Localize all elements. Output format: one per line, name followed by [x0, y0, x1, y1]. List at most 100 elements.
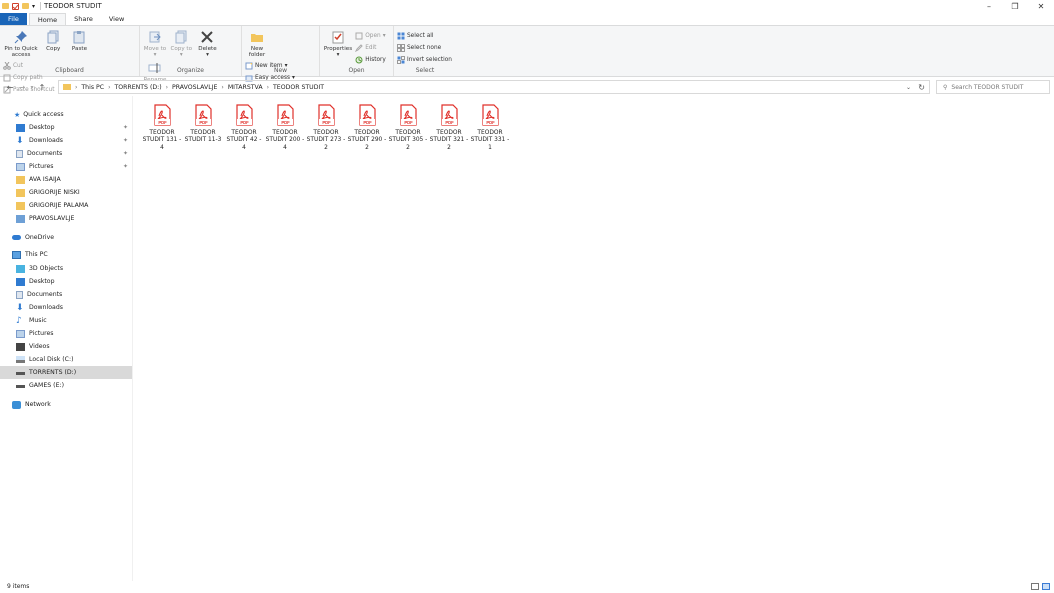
nav-music[interactable]: ♪ Music — [0, 314, 132, 327]
file-item[interactable]: PDF TEODOR STUDIT 131 - 4 — [143, 102, 181, 160]
select-all-button[interactable]: Select all — [397, 30, 452, 41]
open-small-buttons: Open ▾ Edit History — [355, 30, 386, 65]
nav-label: Desktop — [29, 278, 55, 285]
nav-onedrive[interactable]: OneDrive — [0, 231, 132, 244]
nav-this-pc[interactable]: This PC — [0, 248, 132, 261]
invert-selection-button[interactable]: Invert selection — [397, 54, 452, 65]
nav-qa-ava-isaija[interactable]: AVA ISAIJA — [0, 173, 132, 186]
nav-downloads[interactable]: ⬇ Downloads — [0, 301, 132, 314]
recent-locations-icon[interactable]: ▾ — [28, 84, 36, 91]
nav-network[interactable]: Network — [0, 398, 132, 411]
file-item[interactable]: PDF TEODOR STUDIT 331 - 1 — [471, 102, 509, 160]
breadcrumb-separator[interactable]: › — [166, 84, 168, 91]
breadcrumb-separator[interactable]: › — [221, 84, 223, 91]
file-item[interactable]: PDF TEODOR STUDIT 321 - 2 — [430, 102, 468, 160]
breadcrumb-separator[interactable]: › — [108, 84, 110, 91]
new-folder-icon[interactable] — [22, 3, 29, 9]
tab-share[interactable]: Share — [66, 13, 101, 25]
nav-qa-downloads[interactable]: ⬇ Downloads ✦ — [0, 134, 132, 147]
nav-label: Videos — [29, 343, 50, 350]
new-folder-button[interactable]: New folder — [245, 28, 269, 59]
file-item[interactable]: PDF TEODOR STUDIT 200 - 4 — [266, 102, 304, 160]
file-item[interactable]: PDF TEODOR STUDIT 305 - 2 — [389, 102, 427, 160]
nav-local-disk-c[interactable]: Local Disk (C:) — [0, 353, 132, 366]
customize-toolbar-icon[interactable]: ▾ — [32, 3, 35, 10]
forward-arrow-icon[interactable]: → — [16, 83, 28, 92]
up-arrow-icon[interactable]: ↑ — [36, 83, 48, 92]
refresh-icon[interactable]: ↻ — [918, 83, 925, 92]
file-item[interactable]: PDF TEODOR STUDIT 273 - 2 — [307, 102, 345, 160]
file-name: TEODOR STUDIT 321 - 2 — [429, 130, 469, 151]
close-button[interactable]: ✕ — [1028, 0, 1054, 12]
tab-view[interactable]: View — [101, 13, 132, 25]
select-none-button[interactable]: Select none — [397, 42, 452, 53]
breadcrumb-torrents[interactable]: TORRENTS (D:) — [114, 84, 161, 91]
file-name: TEODOR STUDIT 131 - 4 — [142, 130, 182, 151]
select-none-icon — [397, 43, 405, 52]
file-item[interactable]: PDF TEODOR STUDIT 42 - 4 — [225, 102, 263, 160]
open-group: Properties ▾ Open ▾ Edit History Open — [320, 26, 394, 76]
pin-to-quick-access-button[interactable]: Pin to Quick access — [3, 28, 39, 59]
properties-icon[interactable] — [12, 2, 19, 10]
file-name: TEODOR STUDIT 200 - 4 — [265, 130, 305, 151]
delete-button[interactable]: Delete ▾ — [195, 28, 219, 59]
pane-divider[interactable] — [132, 96, 133, 581]
history-button[interactable]: History — [355, 54, 386, 65]
file-name: TEODOR STUDIT 331 - 1 — [470, 130, 510, 151]
title-bar: ▾ TEODOR STUDIT – ❐ ✕ — [0, 0, 1054, 12]
properties-button[interactable]: Properties ▾ — [323, 28, 353, 59]
move-to-button[interactable]: Move to ▾ — [143, 28, 167, 59]
copy-button[interactable]: Copy — [41, 28, 65, 52]
tab-home[interactable]: Home — [28, 13, 67, 25]
back-arrow-icon[interactable]: ← — [4, 83, 16, 92]
paste-button[interactable]: Paste — [67, 28, 91, 52]
nav-documents[interactable]: Documents — [0, 288, 132, 301]
network-icon — [12, 400, 21, 409]
new-folder-label: New folder — [248, 46, 266, 59]
invert-selection-label: Invert selection — [407, 56, 452, 63]
nav-qa-pictures[interactable]: Pictures ✦ — [0, 160, 132, 173]
file-item[interactable]: PDF TEODOR STUDIT 290 - 2 — [348, 102, 386, 160]
search-input[interactable]: ⚲ Search TEODOR STUDIT — [936, 80, 1050, 94]
nav-pictures[interactable]: Pictures — [0, 327, 132, 340]
nav-3d-objects[interactable]: 3D Objects — [0, 262, 132, 275]
details-view-icon[interactable] — [1031, 583, 1039, 590]
nav-qa-pravoslavlje[interactable]: PRAVOSLAVLJE — [0, 212, 132, 225]
edit-button[interactable]: Edit — [355, 42, 386, 53]
nav-qa-desktop[interactable]: Desktop ✦ — [0, 121, 132, 134]
nav-videos[interactable]: Videos — [0, 340, 132, 353]
address-bar[interactable]: › This PC › TORRENTS (D:) › PRAVOSLAVLJE… — [58, 80, 930, 94]
chevron-down-icon[interactable]: ⌄ — [906, 84, 911, 91]
nav-desktop[interactable]: Desktop — [0, 275, 132, 288]
pdf-file-icon: PDF — [153, 104, 171, 126]
edit-label: Edit — [365, 44, 377, 51]
breadcrumb-separator: › — [75, 83, 78, 91]
breadcrumb-teodor-studit[interactable]: TEODOR STUDIT — [273, 84, 324, 91]
minimize-button[interactable]: – — [976, 0, 1002, 12]
breadcrumb-pravoslavlje[interactable]: PRAVOSLAVLJE — [172, 84, 217, 91]
desktop-icon — [16, 123, 25, 132]
nav-label: Documents — [27, 150, 63, 157]
nav-quick-access[interactable]: ★ Quick access — [0, 108, 132, 121]
pictures-icon — [16, 162, 25, 171]
nav-qa-grigorije-palama[interactable]: GRIGORIJE PALAMA — [0, 199, 132, 212]
breadcrumb-mitarstva[interactable]: MITARSTVA — [228, 84, 263, 91]
file-item[interactable]: PDF TEODOR STUDIT 11-3 — [184, 102, 222, 160]
open-button[interactable]: Open ▾ — [355, 30, 386, 41]
breadcrumb-separator[interactable]: › — [267, 84, 269, 91]
restore-button[interactable]: ❐ — [1002, 0, 1028, 12]
window-title: TEODOR STUDIT — [44, 2, 102, 10]
copy-to-button[interactable]: Copy to ▾ — [169, 28, 193, 59]
open-icon — [355, 32, 363, 39]
nav-games-e[interactable]: GAMES (E:) — [0, 379, 132, 392]
nav-qa-grigorije-niski[interactable]: GRIGORIJE NISKI — [0, 186, 132, 199]
large-icons-view-icon[interactable] — [1042, 583, 1050, 590]
pdf-file-icon: PDF — [235, 104, 253, 126]
nav-qa-documents[interactable]: Documents ✦ — [0, 147, 132, 160]
tab-file[interactable]: File — [0, 13, 27, 25]
breadcrumb-this-pc[interactable]: This PC — [81, 84, 104, 91]
select-all-icon — [397, 32, 405, 39]
pdf-file-icon: PDF — [481, 104, 499, 126]
download-icon: ⬇ — [16, 302, 24, 313]
nav-torrents-d[interactable]: TORRENTS (D:) — [0, 366, 132, 379]
